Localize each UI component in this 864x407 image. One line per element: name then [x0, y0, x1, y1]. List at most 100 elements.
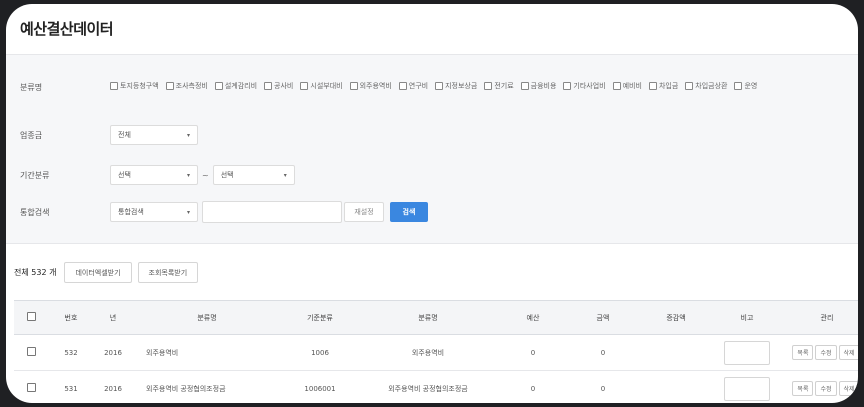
cell-diff [638, 334, 714, 371]
row-checkbox[interactable] [26, 383, 36, 392]
category-checkbox-item[interactable]: 공사비 [264, 81, 293, 91]
category-checkbox-item[interactable]: 지정보상금 [435, 81, 477, 91]
checkbox-label: 시설부대비 [310, 82, 343, 90]
note-input[interactable] [724, 376, 770, 401]
category-checkbox-item[interactable]: 설계감리비 [214, 81, 258, 91]
delete-button[interactable]: 삭제 [838, 381, 858, 396]
cell-actions: 목록 수정 삭제 [780, 370, 858, 403]
checkbox[interactable] [484, 82, 493, 90]
checkbox-label: 토지등청구액 [120, 82, 159, 90]
checkbox[interactable] [300, 82, 309, 90]
select-all-cell [14, 300, 48, 335]
column-header: 관리 [780, 300, 858, 335]
category-checkbox-item[interactable]: 연구비 [398, 81, 429, 91]
search-input[interactable] [202, 201, 342, 223]
cell-budget: 0 [498, 370, 568, 403]
cell-amount: 0 [568, 370, 638, 403]
checkbox[interactable] [264, 82, 273, 90]
period-filter-row: 기간분류 선택 ▾ ~ 선택 ▾ [20, 165, 295, 185]
checkbox-label: 차입금 [658, 82, 679, 90]
cell-code: 1006 [282, 334, 358, 371]
checkbox-label: 조사측정비 [175, 82, 208, 90]
cell-name: 외주용역비 [132, 334, 282, 371]
category-checkbox-item[interactable]: 기타사업비 [563, 81, 606, 91]
delete-button[interactable]: 삭제 [838, 345, 858, 360]
checkbox-label: 차입금상환 [695, 82, 728, 90]
select-all-checkbox[interactable] [26, 312, 36, 321]
search-type-value: 통합검색 [118, 208, 144, 216]
checkbox[interactable] [563, 82, 572, 90]
cell-year: 2016 [94, 334, 132, 371]
checkbox-label: 운영 [744, 82, 758, 90]
division-select-value: 전체 [118, 131, 131, 139]
search-panel: 분류명 토지등청구액 조사측정비 설계감리비 공사비 시설부대비 외주용역비 연구비 지정보상… [6, 54, 858, 244]
search-button[interactable]: 검색 [390, 202, 428, 222]
checkbox[interactable] [520, 82, 529, 90]
cell-name: 외주용역비 공정협의조정금 [132, 370, 282, 403]
cell-note [714, 370, 780, 403]
cell-diff [638, 370, 714, 403]
checkbox-label: 지정보상금 [445, 82, 478, 90]
category-checkbox-item[interactable]: 토지등청구액 [110, 81, 159, 91]
checkbox[interactable] [214, 82, 223, 90]
category-checkbox-item[interactable]: 전기료 [484, 81, 514, 91]
category-checkbox-item[interactable]: 운영 [734, 81, 757, 91]
category-checkbox-item[interactable]: 차입금 [648, 81, 679, 91]
checkbox-label: 설계감리비 [224, 82, 258, 90]
list-button[interactable]: 목록 [792, 345, 814, 360]
checkbox[interactable] [734, 82, 743, 90]
checkbox-label: 전기료 [494, 82, 514, 90]
edit-button[interactable]: 수정 [815, 345, 837, 360]
checkbox[interactable] [685, 82, 694, 90]
category-checkbox-item[interactable]: 차입금상환 [685, 81, 727, 91]
category-checkbox-item[interactable]: 시설부대비 [300, 81, 343, 91]
cell-no: 531 [48, 370, 94, 403]
category-checkbox-item[interactable]: 외주용역비 [349, 81, 392, 91]
table-row: 531 2016 외주용역비 공정협의조정금 1006001 외주용역비 공정협… [14, 370, 858, 403]
list-button[interactable]: 목록 [792, 381, 814, 396]
checkbox[interactable] [612, 82, 621, 90]
checkbox-label: 기타사업비 [573, 82, 606, 90]
edit-button[interactable]: 수정 [815, 381, 837, 396]
cell-actions: 목록 수정 삭제 [780, 334, 858, 371]
reset-button[interactable]: 재설정 [344, 202, 384, 222]
checkbox[interactable] [349, 82, 358, 90]
chevron-down-icon: ▾ [283, 171, 287, 179]
cell-amount: 0 [568, 334, 638, 371]
category-checkbox-item[interactable]: 예비비 [612, 81, 642, 91]
category-checkbox-item[interactable]: 조사측정비 [165, 81, 208, 91]
column-header: 년 [94, 300, 132, 335]
checkbox[interactable] [648, 82, 657, 90]
checkbox[interactable] [165, 82, 174, 90]
category-checkbox-group: 토지등청구액 조사측정비 설계감리비 공사비 시설부대비 외주용역비 연구비 지정보상금 전기료… [110, 81, 850, 91]
search-type-select[interactable]: 통합검색 ▾ [110, 202, 198, 222]
excel-download-button[interactable]: 데이터엑셀받기 [64, 262, 132, 283]
period-to-select[interactable]: 선택 ▾ [212, 165, 295, 185]
result-toolbar: 전체 532 개 데이터엑셀받기 조회목록받기 [14, 262, 204, 283]
category-checkbox-item[interactable]: 금융비용 [520, 81, 556, 91]
chevron-down-icon: ▾ [186, 171, 190, 179]
checkbox-label: 공사비 [274, 82, 294, 90]
checkbox-label: 연구비 [408, 82, 429, 90]
division-select[interactable]: 전체 ▾ [110, 125, 198, 145]
note-input[interactable] [724, 340, 770, 365]
column-header: 분류명 [132, 300, 282, 335]
cell-year: 2016 [94, 370, 132, 403]
period-from-value: 선택 [118, 171, 131, 179]
checkbox-label: 외주용역비 [359, 82, 392, 90]
column-header: 금액 [568, 300, 638, 335]
column-header: 기준분류 [282, 300, 358, 335]
cell-budget: 0 [498, 334, 568, 371]
app-window: 예산결산데이터 분류명 토지등청구액 조사측정비 설계감리비 공사비 시설부대비 외주용역… [6, 4, 858, 403]
search-filter-row: 통합검색 통합검색 ▾ 재설정 검색 [20, 201, 428, 223]
column-header: 증감액 [638, 300, 714, 335]
category-label: 분류명 [20, 83, 43, 92]
category-filter-row: 분류명 토지등청구액 조사측정비 설계감리비 공사비 시설부대비 외주용역비 연구비 지정보상… [20, 81, 850, 93]
checkbox[interactable] [398, 82, 407, 90]
period-from-select[interactable]: 선택 ▾ [110, 165, 198, 185]
list-download-button[interactable]: 조회목록받기 [137, 262, 199, 283]
checkbox[interactable] [110, 82, 118, 90]
row-checkbox[interactable] [26, 347, 36, 356]
column-header: 비고 [714, 300, 780, 335]
checkbox[interactable] [435, 82, 444, 90]
